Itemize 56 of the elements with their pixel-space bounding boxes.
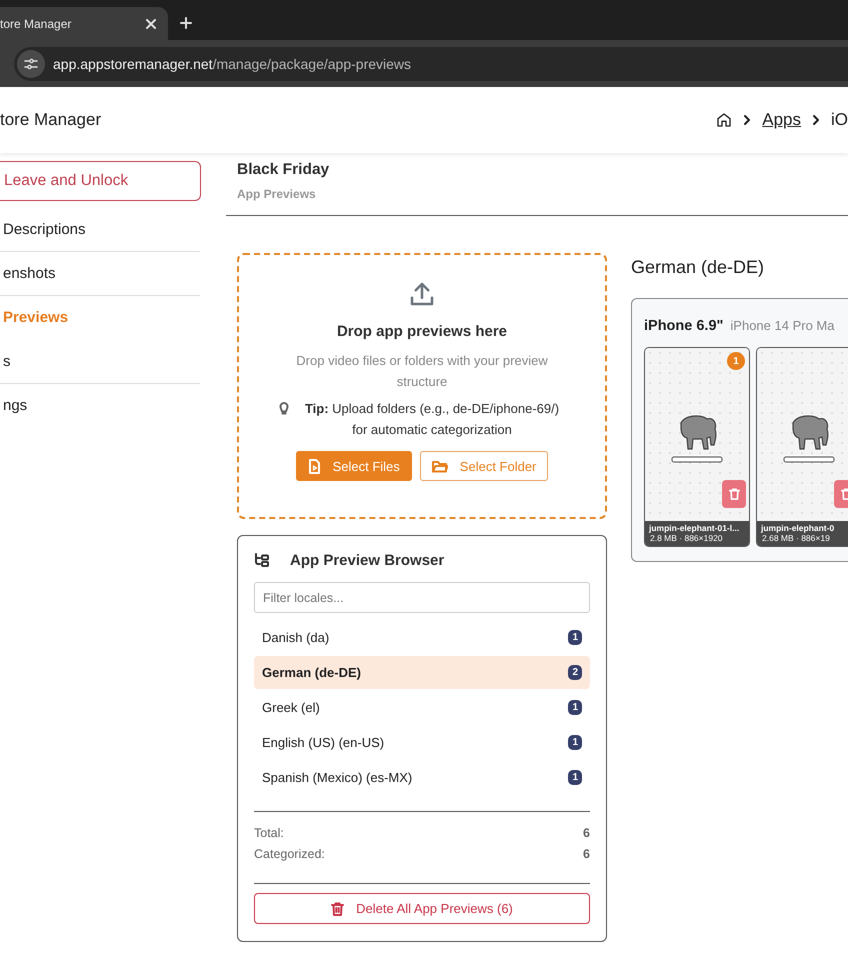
tab-title: tore Manager	[0, 16, 72, 30]
locale-item[interactable]: English (US) (en-US) 1	[254, 726, 590, 759]
file-name: jumpin-elephant-0	[760, 523, 836, 533]
count-badge: 1	[568, 700, 582, 715]
locale-item[interactable]: Danish (da) 1	[254, 621, 590, 654]
count-badge: 1	[568, 770, 582, 785]
sidebar-item[interactable]: ngs	[0, 384, 200, 428]
drop-description: Drop video files or folders with your preview structure	[295, 352, 549, 391]
delete-button[interactable]	[722, 480, 746, 508]
count-badge: 1	[568, 630, 582, 645]
folder-icon	[432, 460, 448, 472]
locale-item[interactable]: Spanish (Mexico) (es-MX) 1	[254, 761, 590, 794]
locale-item[interactable]: Greek (el) 1	[254, 691, 590, 724]
file-info: 2.68 MB · 886×19	[761, 533, 831, 543]
chevron-right-icon	[811, 114, 821, 126]
breadcrumb-link[interactable]: Apps	[762, 110, 801, 130]
panel-title: App Preview Browser	[290, 552, 444, 569]
file-info: 2.8 MB · 886×1920	[649, 533, 724, 543]
breadcrumb-item: iO	[831, 110, 848, 130]
stat-label: Total:	[254, 825, 284, 842]
page-subtitle: App Previews	[237, 187, 317, 201]
stat-value: 6	[583, 846, 590, 863]
tip-text: Tip: Upload folders (e.g., de-DE/iphone-69/) for automatic categorization	[304, 400, 560, 439]
file-icon	[308, 458, 321, 474]
sidebar-item[interactable]: enshots	[0, 252, 200, 296]
stat-label: Categorized:	[254, 846, 325, 863]
lightbulb-icon	[279, 402, 289, 415]
stat-value: 6	[583, 825, 590, 842]
close-icon	[146, 18, 156, 28]
device-name: iPhone 6.9"	[644, 318, 724, 334]
file-name: jumpin-elephant-01-l...	[648, 523, 740, 533]
locale-title: German (de-DE)	[631, 257, 766, 278]
preview-card[interactable]: 1 jumpin-elephant-01-l... 2.8 MB · 886×1920	[644, 347, 750, 547]
chevron-right-icon	[742, 114, 752, 126]
count-badge: 1	[568, 735, 582, 750]
locale-item[interactable]: German (de-DE) 2	[254, 656, 590, 689]
address-bar[interactable]: app.appstoremanager.net/manage/package/app-previews	[14, 46, 848, 80]
url-text: app.appstoremanager.net/manage/package/app-previews	[53, 56, 412, 72]
delete-all-button[interactable]: Delete All App Previews (6)	[254, 893, 590, 924]
filter-input[interactable]: Filter locales...	[254, 582, 590, 613]
sidebar-item[interactable]: Descriptions	[0, 208, 200, 252]
trash-icon	[728, 488, 740, 500]
preview-card[interactable]: jumpin-elephant-0 2.68 MB · 886×19	[756, 347, 848, 547]
count-badge: 2	[568, 665, 582, 680]
sidebar-item[interactable]: s	[0, 340, 200, 384]
site-settings-icon	[17, 50, 45, 78]
page-title: Black Friday	[237, 161, 330, 179]
plus-icon	[180, 17, 192, 29]
folder-tree-icon	[254, 552, 270, 568]
app-title: tore Manager	[0, 110, 102, 130]
drop-title: Drop app previews here	[336, 323, 508, 340]
trash-icon	[331, 902, 344, 916]
browser-tab[interactable]: tore Manager	[0, 7, 168, 40]
leave-button[interactable]: Leave and Unlock	[0, 161, 201, 201]
home-icon	[716, 112, 732, 128]
device-model: iPhone 14 Pro Ma	[730, 318, 834, 333]
